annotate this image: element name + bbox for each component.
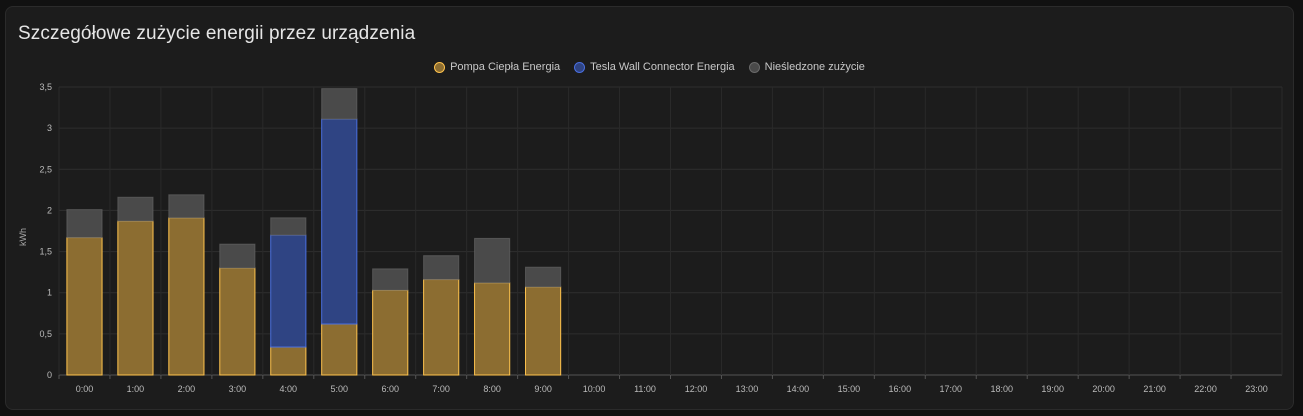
x-tick-label: 0:00 [76,384,94,394]
bar-heat-pump[interactable] [321,323,358,376]
x-tick-label: 5:00 [331,384,349,394]
x-tick-label: 22:00 [1194,384,1217,394]
x-tick-label: 4:00 [280,384,298,394]
x-tick-label: 1:00 [127,384,145,394]
y-tick-label: 3 [47,123,52,133]
x-tick-label: 20:00 [1092,384,1115,394]
x-tick-label: 18:00 [990,384,1013,394]
bar-heat-pump[interactable] [66,237,103,376]
x-tick-label: 16:00 [889,384,912,394]
bar-untracked[interactable] [474,237,511,284]
y-tick-label: 2,5 [39,164,52,174]
x-tick-label: 13:00 [736,384,759,394]
x-tick-label: 2:00 [178,384,196,394]
x-tick-label: 7:00 [432,384,450,394]
y-tick-label: 0,5 [39,329,52,339]
bar-untracked[interactable] [372,268,409,291]
x-tick-label: 9:00 [534,384,552,394]
x-tick-label: 6:00 [381,384,399,394]
energy-card: Szczegółowe zużycie energii przez urządz… [5,6,1294,410]
bar-untracked[interactable] [117,196,154,222]
bar-untracked[interactable] [66,209,103,239]
bar-heat-pump[interactable] [219,267,256,376]
bar-tesla[interactable] [270,234,307,348]
y-axis-label: kWh [18,228,28,246]
x-tick-label: 21:00 [1143,384,1166,394]
x-tick-label: 3:00 [229,384,247,394]
x-tick-label: 23:00 [1245,384,1268,394]
x-tick-label: 10:00 [583,384,606,394]
y-axis-ticks: 0 0,5 1 1,5 2 2,5 3 3,5 [39,82,52,380]
bar-untracked[interactable] [321,88,358,120]
y-tick-label: 3,5 [39,82,52,92]
y-tick-label: 1,5 [39,247,52,257]
x-tick-label: 14:00 [787,384,810,394]
bar-untracked[interactable] [270,217,307,236]
x-tick-label: 8:00 [483,384,501,394]
bar-untracked[interactable] [168,194,205,219]
bar-heat-pump[interactable] [423,279,460,376]
x-tick-label: 15:00 [838,384,861,394]
x-tick-label: 17:00 [940,384,963,394]
energy-bar-chart: 0 0,5 1 1,5 2 2,5 3 3,5 0:00 1:00 2:00 3:00 4:00 5:0… [18,82,1283,394]
bar-tesla[interactable] [321,118,358,325]
bar-untracked[interactable] [423,255,460,281]
bar-heat-pump[interactable] [474,282,511,376]
x-tick-label: 19:00 [1041,384,1064,394]
y-tick-label: 0 [47,370,52,380]
bar-untracked[interactable] [525,266,562,288]
x-axis-ticks: 0:00 1:00 2:00 3:00 4:00 5:00 6:00 7:00 8:00 9:00… [58,375,1268,394]
bar-heat-pump[interactable] [270,346,307,376]
x-tick-label: 12:00 [685,384,708,394]
bar-heat-pump[interactable] [117,220,154,376]
bar-heat-pump[interactable] [168,217,205,376]
bar-heat-pump[interactable] [525,286,562,376]
x-tick-label: 11:00 [634,384,656,394]
bar-heat-pump[interactable] [372,289,409,376]
bar-untracked[interactable] [219,243,256,269]
y-tick-label: 1 [47,288,52,298]
y-tick-label: 2 [47,205,52,215]
